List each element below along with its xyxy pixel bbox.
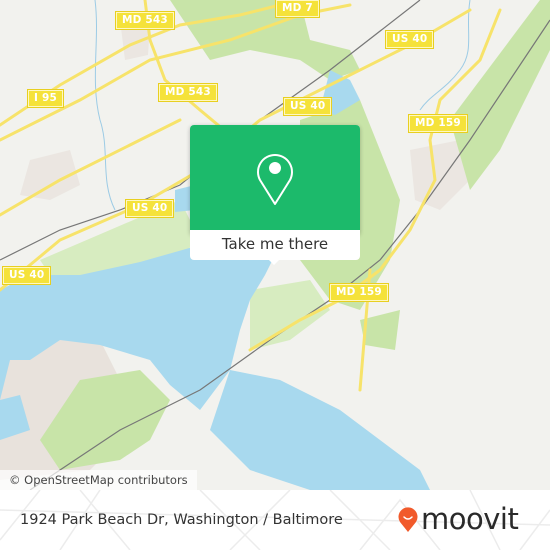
park-area	[250, 280, 330, 350]
road-shield-md7: MD 7	[275, 0, 320, 18]
road-shield-md159: MD 159	[329, 283, 389, 302]
popup-pointer	[267, 258, 281, 265]
take-me-there-button[interactable]: Take me there	[190, 230, 360, 260]
map-pin-icon	[257, 154, 293, 205]
park-area	[170, 0, 360, 80]
location-popup: Take me there	[190, 125, 360, 265]
map-attribution[interactable]: © OpenStreetMap contributors	[0, 470, 197, 490]
road-shield-i95: I 95	[27, 89, 64, 108]
moovit-pin-icon	[398, 507, 418, 532]
popup-header[interactable]	[190, 125, 360, 230]
footer-bar: 1924 Park Beach Dr, Washington / Baltimo…	[0, 490, 550, 550]
address-text: 1924 Park Beach Dr, Washington / Baltimo…	[20, 512, 343, 528]
road-shield-md159: MD 159	[408, 114, 468, 133]
road-shield-us40: US 40	[282, 97, 333, 116]
road-shield-us40: US 40	[384, 30, 435, 49]
road-shield-us40: US 40	[124, 199, 175, 218]
moovit-wordmark: moovit	[421, 502, 519, 536]
bay-water	[210, 370, 430, 490]
stream	[94, 0, 116, 211]
road-shield-md543: MD 543	[158, 83, 218, 102]
map-view[interactable]: MD 7 MD 543 US 40 I 95 MD 543 US 40 MD 1…	[0, 0, 550, 490]
road-shield-us40: US 40	[1, 266, 52, 285]
moovit-logo[interactable]: moovit	[398, 500, 538, 540]
road-shield-md543: MD 543	[115, 11, 175, 30]
